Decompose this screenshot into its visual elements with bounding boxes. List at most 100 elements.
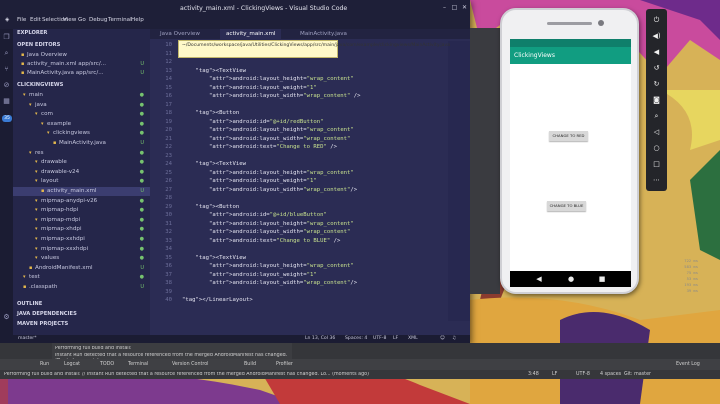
tree-item-label: values [41,255,60,262]
tool-tab[interactable]: Version Control [172,362,209,367]
source-control-icon[interactable]: ⑂ [2,65,11,74]
tree-item[interactable]: ▪ AndroidManifest.xml U [13,264,150,273]
tool-tab[interactable]: Run [40,362,49,367]
tool-tab[interactable]: Profiler [276,362,293,367]
tree-item[interactable]: ▾ java ● [13,101,150,110]
nav-overview-icon[interactable]: ■ [598,275,606,283]
indentation[interactable]: Spaces: 4 [345,335,367,343]
nav-back-icon[interactable]: ◀ [535,275,543,283]
cursor-position[interactable]: Ln 13, Col 36 [305,335,335,343]
git-status-badge: U [140,61,144,67]
rotate-left-icon[interactable]: ↺ [651,63,662,74]
smiley-icon[interactable]: ☺ [440,335,445,343]
line-number: 35 [165,254,172,261]
tool-tab[interactable]: Terminal [128,362,148,367]
notification-bell-icon[interactable]: ♫ [452,335,456,343]
line-ending[interactable]: LF [393,335,398,343]
line-number: 33 [165,237,172,244]
studio-status-item[interactable]: LF [552,372,557,377]
tree-item[interactable]: ▾ mipmap-xhdpi ● [13,225,150,234]
tool-tab[interactable]: Build [244,362,256,367]
settings-gear-icon[interactable]: ⚙ [2,313,11,322]
tab-main-activity[interactable]: MainActivity.java [300,29,347,39]
menu-help[interactable]: Help [131,17,144,23]
tree-item[interactable]: ▾ clickingviews ● [13,129,150,138]
back-icon[interactable]: ◁ [651,127,662,138]
menu-go[interactable]: Go [78,17,86,23]
tree-item[interactable]: ▾ test ● [13,273,150,282]
tab-activity-main[interactable]: activity_main.xml [220,29,282,39]
tree-item[interactable]: ▾ layout ● [13,177,150,186]
studio-status-item[interactable]: Git: master [624,372,651,377]
change-to-blue-button[interactable]: CHANGE TO BLUE [547,201,586,211]
git-status-badge: ● [139,216,144,223]
close-icon[interactable]: ✕ [460,3,469,12]
nav-home-icon[interactable]: ● [567,275,575,283]
rotate-right-icon[interactable]: ↻ [651,79,662,90]
branch-indicator[interactable]: master* [18,335,37,343]
minimize-icon[interactable]: – [440,3,449,12]
zoom-icon[interactable]: ⌕ [651,111,662,122]
menu-edit[interactable]: Edit [30,17,41,23]
code-line: 15 "attr">android:layout_weight="1" [150,84,470,93]
open-editor-item[interactable]: ▪ activity_main.xml app/src/... U [13,60,150,69]
power-icon[interactable]: ⏻ [651,15,662,26]
event-log-button[interactable]: Event Log [676,362,700,367]
project-header[interactable]: CLICKINGVIEWS [17,81,150,90]
git-status-badge: U [140,264,144,271]
studio-status-item[interactable]: 4 spaces [600,372,621,377]
menu-debug[interactable]: Debug [89,17,107,23]
tree-item[interactable]: ▪ .classpath U [13,283,150,292]
tree-item[interactable]: ▾ com ● [13,110,150,119]
tree-item[interactable]: ▾ mipmap-hdpi ● [13,206,150,215]
section-header[interactable]: OUTLINE [17,300,150,309]
maximize-icon[interactable]: □ [450,3,459,12]
tree-item[interactable]: ▾ values ● [13,254,150,263]
tree-item[interactable]: ▪ activity_main.xml U [13,187,150,196]
menu-terminal[interactable]: Terminal [108,17,132,23]
extensions-icon[interactable]: ▦ [2,97,11,106]
tool-tab[interactable]: TODO [100,362,114,367]
android-status-bar [510,39,631,47]
git-status-badge: U [140,140,144,146]
tab-java-overview[interactable]: Java Overview [160,29,200,39]
git-status-badge: ● [139,236,144,242]
studio-status-item[interactable]: 3:48 [528,372,539,377]
tree-item[interactable]: ▾ mipmap-xxhdpi ● [13,235,150,244]
tree-item[interactable]: ▾ mipmap-mdpi ● [13,216,150,225]
line-number: 11 [165,50,172,57]
studio-status-item[interactable]: UTF-8 [576,372,590,377]
encoding[interactable]: UTF-8 [373,335,386,343]
tool-tab[interactable]: Logcat [64,362,80,367]
tree-item[interactable]: ▾ drawable ● [13,158,150,167]
language-mode[interactable]: XML [408,335,418,343]
tree-item[interactable]: ▾ mipmap-anydpi-v26 ● [13,197,150,206]
tree-item[interactable]: ▪ MainActivity.java U [13,139,150,148]
tree-item[interactable]: ▾ drawable-v24 ● [13,168,150,177]
home-icon[interactable]: ○ [651,143,662,154]
overview-icon[interactable]: □ [651,159,662,170]
tree-item[interactable]: ▾ main ● [13,91,150,100]
open-editors-header[interactable]: OPEN EDITORS [17,41,150,50]
volume-down-icon[interactable]: ◀ [651,47,662,58]
tree-item[interactable]: ▾ res ● [13,149,150,158]
search-icon[interactable]: ⌕ [2,49,11,58]
line-content: "attr">android:layout_width="wrap_conten… [208,93,361,99]
menu-view[interactable]: View [63,17,76,23]
files-icon[interactable]: ❐ [2,33,11,42]
open-editor-item[interactable]: ▪ MainActivity.java app/src/... U [13,69,150,78]
debug-icon[interactable]: ⊘ [2,81,11,90]
volume-up-icon[interactable]: ◀) [651,31,662,42]
line-number: 38 [165,280,172,286]
camera-icon[interactable]: ◙ [651,95,662,106]
tree-item[interactable]: ▾ example ● [13,120,150,129]
menu-file[interactable]: File [17,17,26,23]
tree-item-label: java [35,101,47,108]
open-editor-item[interactable]: ▪ Java Overview [13,51,150,60]
section-header[interactable]: MAVEN PROJECTS [17,320,150,329]
tree-item[interactable]: ▾ mipmap-xxxhdpi ● [13,245,150,254]
minimap[interactable] [448,41,470,321]
change-to-red-button[interactable]: CHANGE TO RED [549,131,588,141]
section-header[interactable]: JAVA DEPENDENCIES [17,310,150,319]
more-icon[interactable]: ⋯ [651,175,662,186]
